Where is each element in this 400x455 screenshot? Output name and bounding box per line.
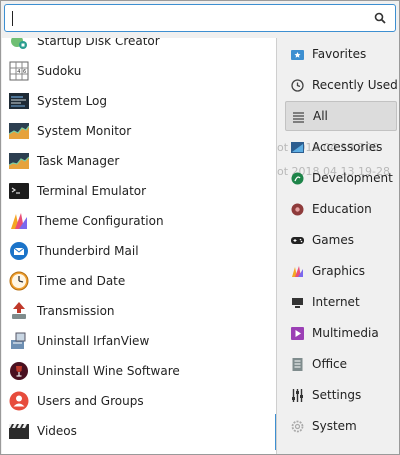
app-item-videos[interactable]: Videos	[2, 416, 276, 446]
app-item-label: Videos	[37, 424, 77, 438]
app-item-sudoku[interactable]: 4 6 Sudoku	[2, 56, 276, 86]
category-sidebar: ot 2018 04 13 300 ot 2018 04 13 19-28 Fa…	[277, 38, 399, 454]
app-item-label: Transmission	[37, 304, 115, 318]
search-input[interactable]	[4, 4, 396, 32]
theme-icon	[11, 213, 27, 229]
education-icon	[291, 203, 304, 215]
search-icon[interactable]	[374, 12, 386, 24]
office-icon	[292, 357, 303, 371]
app-item-uninstall-irfanview[interactable]: Uninstall IrfanView	[2, 326, 276, 356]
thunderbird-icon	[10, 242, 28, 260]
category-label: Settings	[312, 388, 362, 402]
category-label: Education	[312, 202, 372, 216]
category-label: Development	[312, 171, 393, 185]
app-item-system-monitor[interactable]: System Monitor	[2, 116, 276, 146]
app-item-startup-disk-creator[interactable]: Startup Disk Creator	[2, 38, 276, 56]
recently-used-icon	[291, 78, 304, 92]
app-item-uninstall-wine-software[interactable]: Uninstall Wine Software	[2, 356, 276, 386]
category-recently-used[interactable]: Recently Used	[285, 70, 398, 100]
sudoku-icon: 4 6	[9, 61, 29, 81]
settings-icon	[292, 388, 303, 402]
application-list[interactable]: Startup Disk Creator 4 6 Sudoku System L…	[2, 38, 277, 454]
clock-icon	[9, 271, 29, 291]
category-all[interactable]: All	[285, 101, 397, 131]
category-system[interactable]: System	[285, 411, 397, 441]
svg-text:4: 4	[17, 69, 20, 75]
terminal-icon	[9, 183, 29, 199]
users-icon	[9, 391, 29, 411]
app-item-label: System Log	[37, 94, 107, 108]
app-item-theme-configuration[interactable]: Theme Configuration	[2, 206, 276, 236]
category-office[interactable]: Office	[285, 349, 397, 379]
svg-text:6: 6	[23, 69, 26, 75]
app-menu-window: Startup Disk Creator 4 6 Sudoku System L…	[0, 0, 400, 455]
app-item-users-and-groups[interactable]: Users and Groups	[2, 386, 276, 416]
app-item-label: System Monitor	[37, 124, 132, 138]
internet-icon	[292, 297, 303, 308]
app-item-label: Users and Groups	[37, 394, 144, 408]
videos-icon	[9, 424, 29, 439]
multimedia-icon	[291, 326, 304, 340]
app-item-label: Thunderbird Mail	[37, 244, 139, 258]
uninstall-irfanview-icon	[11, 332, 26, 349]
app-item-label: Theme Configuration	[37, 214, 164, 228]
category-label: Games	[312, 233, 354, 247]
category-label: Accessories	[312, 140, 383, 154]
category-settings[interactable]: Settings	[285, 380, 397, 410]
app-item-task-manager[interactable]: Task Manager	[2, 146, 276, 176]
system-icon	[291, 420, 304, 432]
app-item-label: Task Manager	[37, 154, 120, 168]
category-favorites[interactable]: Favorites	[285, 39, 397, 69]
app-item-label: Sudoku	[37, 64, 82, 78]
category-label: Favorites	[312, 47, 367, 61]
category-multimedia[interactable]: Multimedia	[285, 318, 397, 348]
app-item-system-log[interactable]: System Log	[2, 86, 276, 116]
category-graphics[interactable]: Graphics	[285, 256, 397, 286]
wine-icon	[10, 362, 28, 380]
category-label: Recently Used	[312, 78, 398, 92]
app-item-label: Terminal Emulator	[37, 184, 147, 198]
games-icon	[291, 236, 304, 244]
app-item-label: Uninstall Wine Software	[37, 364, 180, 378]
app-item-label: Startup Disk Creator	[37, 38, 160, 48]
category-internet[interactable]: Internet	[285, 287, 397, 317]
disk-creator-icon	[11, 38, 27, 49]
task-manager-icon	[9, 153, 29, 169]
system-log-icon	[9, 93, 29, 109]
category-label: Graphics	[312, 264, 365, 278]
category-education[interactable]: Education	[285, 194, 397, 224]
category-label: All	[313, 109, 328, 123]
category-games[interactable]: Games	[285, 225, 397, 255]
graphics-icon	[292, 265, 303, 277]
category-accessories[interactable]: Accessories	[285, 132, 397, 162]
development-icon	[291, 172, 304, 184]
category-label: Multimedia	[312, 326, 379, 340]
system-monitor-icon	[9, 123, 29, 139]
favorites-icon	[291, 49, 304, 60]
app-item-label: Time and Date	[37, 274, 126, 288]
category-development[interactable]: Development	[285, 163, 397, 193]
accessories-icon	[291, 141, 304, 153]
app-item-thunderbird-mail[interactable]: Thunderbird Mail	[2, 236, 276, 266]
app-item-time-and-date[interactable]: Time and Date	[2, 266, 276, 296]
app-item-terminal-emulator[interactable]: Terminal Emulator	[2, 176, 276, 206]
category-label: Office	[312, 357, 348, 371]
text-caret	[12, 11, 13, 26]
category-label: Internet	[312, 295, 360, 309]
all-list-icon	[293, 111, 304, 123]
app-item-transmission[interactable]: Transmission	[2, 296, 276, 326]
app-item-label: Uninstall IrfanView	[37, 334, 150, 348]
category-label: System	[312, 419, 357, 433]
transmission-icon	[12, 302, 26, 319]
